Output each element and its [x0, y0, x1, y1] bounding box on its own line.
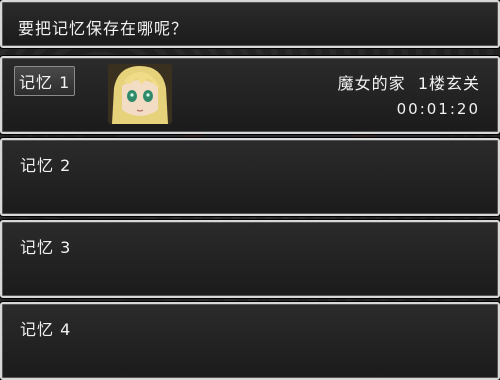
help-text: 要把记忆保存在哪呢？: [18, 19, 189, 38]
character-portrait-icon: [108, 64, 172, 124]
save-slot-4[interactable]: 记忆 4: [0, 302, 500, 380]
help-window: 要把记忆保存在哪呢？: [0, 0, 500, 48]
slot-label: 记忆 4: [20, 320, 72, 339]
slot-label: 记忆 3: [20, 238, 72, 257]
slot-label: 记忆 1: [14, 66, 76, 96]
play-time: 00:01:20: [396, 100, 480, 118]
slot-label: 记忆 2: [20, 156, 72, 175]
save-slot-3[interactable]: 记忆 3: [0, 220, 500, 298]
save-slot-2[interactable]: 记忆 2: [0, 138, 500, 216]
save-slot-1[interactable]: 记忆 1 魔女的家 1楼玄关 00:01:20: [0, 56, 500, 134]
save-location: 魔女的家 1楼玄关: [337, 74, 480, 93]
